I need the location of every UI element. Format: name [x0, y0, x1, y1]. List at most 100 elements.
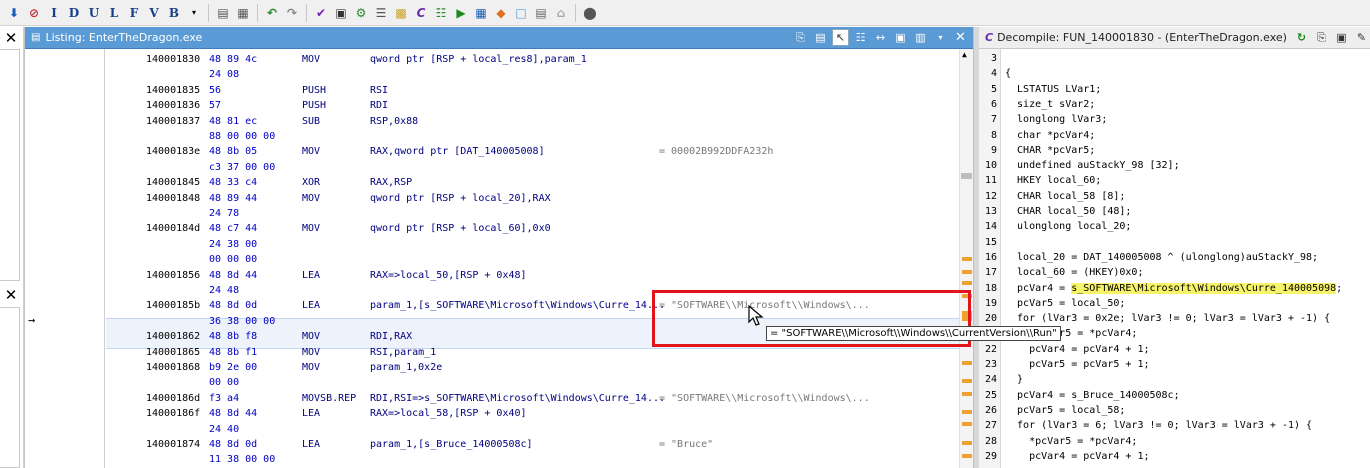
table-icon[interactable]: ▤	[531, 3, 551, 23]
close-icon[interactable]: ✕	[2, 286, 20, 304]
listing-row[interactable]: 140001848 48 89 44 MOV qword ptr [RSP + loc…	[106, 191, 966, 206]
decompile-icon[interactable]: C	[411, 3, 431, 23]
decompile-line[interactable]: 27 for (lVar3 = 6; lVar3 != 0; lVar3 = l…	[979, 418, 1370, 433]
listing-row[interactable]: 88 00 00 00	[106, 129, 966, 144]
navigate-down-arrow-icon[interactable]: ⬇	[4, 3, 24, 23]
decompile-line[interactable]: 13 CHAR local_50 [48];	[979, 204, 1370, 219]
listing-row[interactable]: 24 08	[106, 67, 966, 82]
toolbar-instruction-button[interactable]: I	[44, 3, 64, 23]
listing-row[interactable]: 140001835 56 PUSH RSI	[106, 83, 966, 98]
decompile-line[interactable]: 24 }	[979, 372, 1370, 387]
layout-icon[interactable]: ▥	[912, 29, 929, 46]
listing-row[interactable]: 140001856 48 8d 44 LEA RAX=>local_50,[RSP +…	[106, 268, 966, 283]
decompile-line[interactable]: 10 undefined auStackY_98 [32];	[979, 158, 1370, 173]
decompile-line[interactable]: 25 pcVar4 = s_Bruce_14000508c;	[979, 388, 1370, 403]
decompile-line[interactable]: 29 pcVar4 = pcVar4 + 1;	[979, 449, 1370, 464]
checkmark-icon[interactable]: ✔	[311, 3, 331, 23]
decompile-line[interactable]: 18 pcVar4 = s_SOFTWARE\Microsoft\Windows…	[979, 281, 1370, 296]
highlighted-symbol[interactable]: s_SOFTWARE\Microsoft\Windows\Curre_14000…	[1071, 282, 1337, 294]
listing-row[interactable]: 24 40	[106, 422, 966, 437]
listing-row[interactable]: 14000186d f3 a4 MOVSB.REP RDI,RSI=>s_SOFTWA…	[106, 391, 966, 406]
decompile-line[interactable]: 28 *pcVar5 = *pcVar4;	[979, 434, 1370, 449]
graph-icon[interactable]: ⚙	[351, 3, 371, 23]
decompile-line[interactable]: 22 pcVar4 = pcVar4 + 1;	[979, 342, 1370, 357]
toolbar-separator	[575, 3, 576, 22]
play-icon[interactable]: ▶	[451, 3, 471, 23]
paste-icon[interactable]: ▤	[812, 29, 829, 46]
cursor-select-icon[interactable]: ↖	[832, 29, 849, 46]
decompile-line[interactable]: 20 for (lVar3 = 0x2e; lVar3 != 0; lVar3 …	[979, 311, 1370, 326]
listing-row[interactable]: 11 38 00 00	[106, 452, 966, 467]
decompile-line[interactable]: 23 pcVar5 = pcVar5 + 1;	[979, 357, 1370, 372]
toolbar-label-button[interactable]: L	[104, 3, 124, 23]
listing-row[interactable]: 24 78	[106, 206, 966, 221]
dropdown-arrow-icon[interactable]: ▾	[184, 3, 204, 23]
decompile-line[interactable]: 26 pcVar5 = local_58;	[979, 403, 1370, 418]
decompile-body[interactable]: 3 4{5 LSTATUS LVar1; 6 size_t sVar2; 7 long…	[979, 49, 1370, 468]
toolbar-bookmark-button[interactable]: B	[164, 3, 184, 23]
decompile-line[interactable]: 7 longlong lVar3;	[979, 112, 1370, 127]
listing-row[interactable]: 14000184d 48 c7 44 MOV qword ptr [RSP + loc…	[106, 221, 966, 236]
grid-icon[interactable]: ▦	[471, 3, 491, 23]
menu-dropdown-icon[interactable]: ▾	[932, 29, 949, 46]
folder-icon[interactable]: ▩	[391, 3, 411, 23]
listing-row[interactable]: 140001845 48 33 c4 XOR RAX,RSP	[106, 175, 966, 190]
decompile-line[interactable]: 16 local_20 = DAT_140005008 ^ (ulonglong…	[979, 250, 1370, 265]
field-edit-icon[interactable]: ☷	[852, 29, 869, 46]
scroll-thumb[interactable]	[961, 173, 972, 179]
memory-icon[interactable]: ▦	[233, 3, 253, 23]
decompile-line[interactable]: 4{	[979, 66, 1370, 81]
decompile-line[interactable]: 14 ulonglong local_20;	[979, 219, 1370, 234]
bytes-cell: 00 00	[209, 377, 240, 389]
byte-viewer-icon[interactable]: ▣	[331, 3, 351, 23]
bookmark-marker	[962, 257, 972, 261]
listing-row[interactable]: 00 00	[106, 375, 966, 390]
snapshot-icon[interactable]: ▣	[1333, 29, 1350, 46]
decompile-line[interactable]: 6 size_t sVar2;	[979, 97, 1370, 112]
listing-scrollbar[interactable]: ▲	[959, 49, 973, 468]
listing-row[interactable]: 24 38 00	[106, 237, 966, 252]
tree-icon[interactable]: ☷	[431, 3, 451, 23]
window-icon[interactable]: □	[511, 3, 531, 23]
copy-icon[interactable]: ⎘	[792, 29, 809, 46]
copy-icon[interactable]: ⎘	[1313, 29, 1330, 46]
diamond-icon[interactable]: ◆	[491, 3, 511, 23]
toolbar-undefined-button[interactable]: U	[84, 3, 104, 23]
stack-icon[interactable]: ▤	[213, 3, 233, 23]
listing-body[interactable]: → 140001830 48 89 4c MOV qword ptr [RSP + l…	[25, 49, 973, 468]
toolbar-function-button[interactable]: F	[124, 3, 144, 23]
decompile-line[interactable]: 3	[979, 51, 1370, 66]
decompile-line[interactable]: 12 CHAR local_58 [8];	[979, 189, 1370, 204]
listing-row[interactable]: 14000186f 48 8d 44 LEA RAX=>local_58,[RSP +…	[106, 406, 966, 421]
bug-icon[interactable]: ⬤	[580, 3, 600, 23]
decompile-line[interactable]: 17 local_60 = (HKEY)0x0;	[979, 265, 1370, 280]
decompile-line[interactable]: 11 HKEY local_60;	[979, 173, 1370, 188]
toolbar-data-button[interactable]: D	[64, 3, 84, 23]
edit-icon[interactable]: ✎	[1353, 29, 1370, 46]
listing-row[interactable]: 00 00 00	[106, 252, 966, 267]
home-icon[interactable]: ⌂	[551, 3, 571, 23]
listing-row[interactable]: 140001830 48 89 4c MOV qword ptr [RSP + loc…	[106, 52, 966, 67]
decompile-line[interactable]: 19 pcVar5 = local_50;	[979, 296, 1370, 311]
toolbar-value-button[interactable]: V	[144, 3, 164, 23]
listing-row[interactable]: 140001868 b9 2e 00 MOV param_1,0x2e	[106, 360, 966, 375]
close-icon[interactable]: ✕	[2, 29, 20, 47]
listing-row[interactable]: c3 37 00 00	[106, 160, 966, 175]
listing-row[interactable]: 140001837 48 81 ec SUB RSP,0x88	[106, 114, 966, 129]
listing-row[interactable]: 14000183e 48 8b 05 MOV RAX,qword ptr [DAT_1…	[106, 144, 966, 159]
redo-icon[interactable]: ↷	[282, 3, 302, 23]
clear-icon[interactable]: ⊘	[24, 3, 44, 23]
scroll-up-icon[interactable]: ▲	[962, 50, 967, 59]
listing-row[interactable]: 140001874 48 8d 0d LEA param_1,[s_Bruce_140…	[106, 437, 966, 452]
decompile-line[interactable]: 5 LSTATUS LVar1;	[979, 82, 1370, 97]
close-icon[interactable]: ✕	[952, 29, 969, 46]
snapshot-icon[interactable]: ▣	[892, 29, 909, 46]
decompile-line[interactable]: 8 char *pcVar4;	[979, 128, 1370, 143]
refresh-icon[interactable]: ↻	[1293, 29, 1310, 46]
listing-icon[interactable]: ☰	[371, 3, 391, 23]
listing-row[interactable]: 140001836 57 PUSH RDI	[106, 98, 966, 113]
decompile-line[interactable]: 15	[979, 235, 1370, 250]
diff-icon[interactable]: ↔	[872, 29, 889, 46]
undo-icon[interactable]: ↶	[262, 3, 282, 23]
decompile-line[interactable]: 9 CHAR *pcVar5;	[979, 143, 1370, 158]
